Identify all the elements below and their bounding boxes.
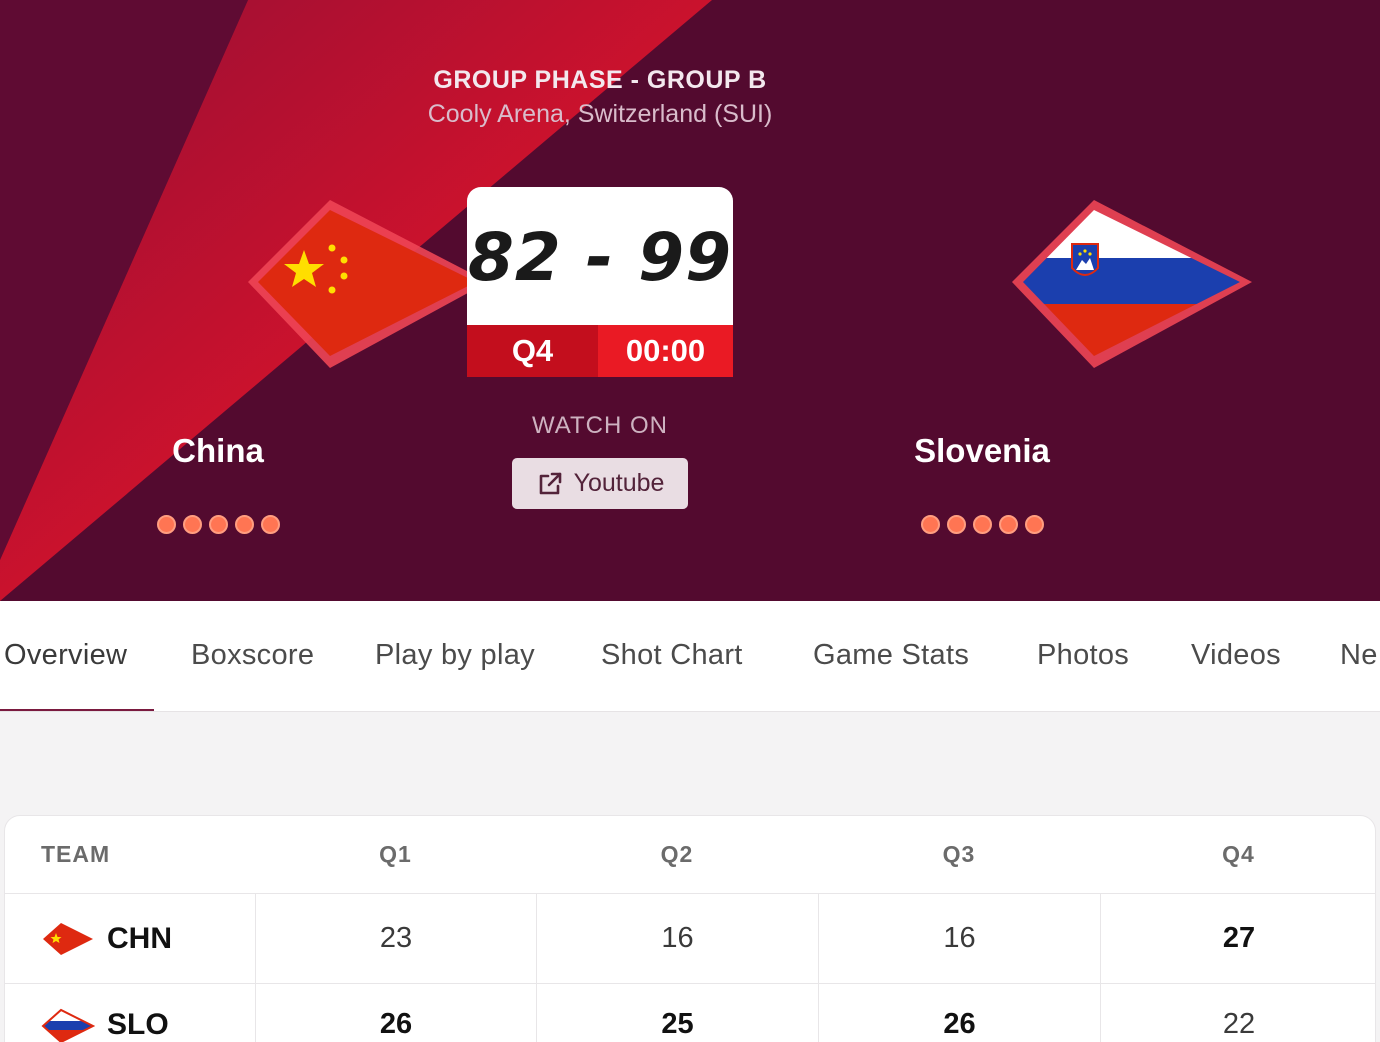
- team-abbreviation: CHN: [107, 921, 172, 955]
- tab-news[interactable]: Ne: [1340, 639, 1378, 672]
- tab-game-stats[interactable]: Game Stats: [813, 639, 969, 672]
- tab-shot-chart[interactable]: Shot Chart: [601, 639, 743, 672]
- score-cell: 26: [818, 984, 1100, 1042]
- tab-videos[interactable]: Videos: [1191, 639, 1281, 672]
- external-link-icon: [539, 472, 561, 494]
- score-cell: 26: [255, 984, 536, 1042]
- score-cell: 22: [1100, 984, 1375, 1042]
- header-q1: Q1: [379, 841, 412, 867]
- form-dot: [260, 515, 280, 534]
- score-cell: 27: [1100, 894, 1375, 983]
- game-period: Q4: [467, 325, 598, 377]
- active-tab-indicator: [0, 709, 154, 711]
- score-cell: 23: [255, 894, 536, 983]
- team-abbreviation: SLO: [107, 1008, 169, 1041]
- form-dot: [1024, 515, 1044, 534]
- team-cell: CHN: [5, 894, 255, 983]
- form-dot: [920, 515, 940, 534]
- form-dot: [182, 515, 202, 534]
- game-status-bar: Q4 00:00: [467, 325, 733, 377]
- table-header-row: TEAM Q1 Q2 Q3 Q4: [5, 816, 1375, 894]
- score-cell: 16: [818, 894, 1100, 983]
- youtube-button-label: Youtube: [573, 469, 665, 497]
- form-dot: [972, 515, 992, 534]
- team-cell: SLO: [5, 984, 255, 1042]
- game-page: GROUP PHASE - GROUP B Cooly Arena, Switz…: [0, 0, 1380, 1042]
- tab-boxscore[interactable]: Boxscore: [191, 639, 314, 672]
- tab-photos[interactable]: Photos: [1037, 639, 1129, 672]
- header-q2: Q2: [660, 841, 694, 867]
- header-q4: Q4: [1222, 841, 1255, 867]
- form-dot: [208, 515, 228, 534]
- form-dot: [156, 515, 176, 534]
- youtube-watch-button[interactable]: Youtube: [512, 458, 688, 509]
- form-dot: [234, 515, 254, 534]
- home-team-name: China: [172, 432, 264, 469]
- header-team: TEAM: [41, 841, 111, 867]
- tab-overview[interactable]: Overview: [4, 639, 127, 672]
- score-cell: 16: [536, 894, 818, 983]
- table-row: CHN 23 16 16 27: [5, 894, 1375, 984]
- china-flag-icon: [43, 922, 93, 955]
- watch-on-label: WATCH ON: [532, 412, 668, 439]
- table-row: SLO 26 25 26 22: [5, 984, 1375, 1042]
- game-clock: 00:00: [598, 325, 733, 377]
- home-team-form-dots: [68, 515, 368, 534]
- away-team-form-dots: [832, 515, 1132, 534]
- game-header: GROUP PHASE - GROUP B Cooly Arena, Switz…: [0, 0, 1380, 601]
- score-display: 82 - 99: [467, 218, 733, 296]
- scoreboard: 82 - 99: [467, 187, 733, 327]
- slovenia-flag-icon: [1012, 200, 1252, 368]
- slovenia-flag-icon: [41, 1008, 95, 1042]
- form-dot: [946, 515, 966, 534]
- away-team-name: Slovenia: [914, 432, 1050, 469]
- game-tabs: Overview Boxscore Play by play Shot Char…: [0, 601, 1380, 712]
- score-cell: 25: [536, 984, 818, 1042]
- tab-play-by-play[interactable]: Play by play: [375, 639, 535, 672]
- form-dot: [998, 515, 1018, 534]
- header-q3: Q3: [942, 841, 976, 867]
- event-phase: GROUP PHASE - GROUP B: [433, 66, 767, 94]
- quarter-scores-table: TEAM Q1 Q2 Q3 Q4 CHN 23 16 16 27 SLO 26 …: [4, 815, 1376, 1042]
- event-venue: Cooly Arena, Switzerland (SUI): [427, 100, 773, 128]
